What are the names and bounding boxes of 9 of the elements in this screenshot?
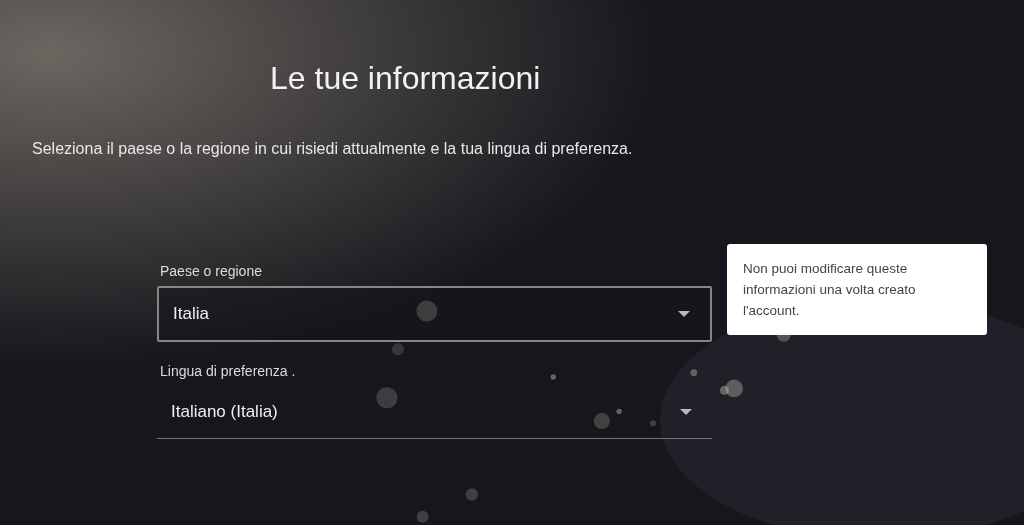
dropdown-field[interactable]: Italia (157, 286, 712, 342)
field-label: Lingua di preferenza . (160, 362, 297, 380)
field-label: Paese o regione (160, 262, 263, 280)
tooltip: Non puoi modificare queste informazioni una volta creato l'account. (727, 244, 987, 335)
description-text: Seleziona il paese o la regione in cui risiedi attualmente e la tua lingua di preferenza. (32, 139, 634, 159)
dropdown-field[interactable]: Italiano (Italia) (157, 386, 712, 439)
page-title: Le tue informazioni (270, 59, 542, 98)
caret-icon (678, 310, 690, 318)
caret-icon (680, 408, 692, 416)
